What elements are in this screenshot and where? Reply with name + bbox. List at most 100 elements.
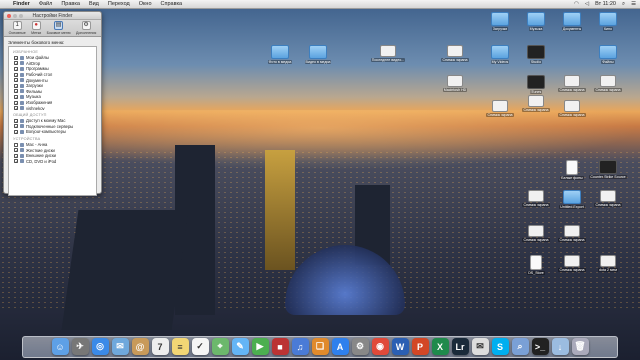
dock-mail-drop-icon[interactable]: ✉ <box>471 338 489 355</box>
desktop-icon[interactable]: Снимок экрана <box>519 95 553 112</box>
desktop-icon[interactable]: dota 2 мем <box>591 255 625 272</box>
desktop-icon[interactable]: Untitled Export <box>555 190 589 209</box>
desktop-icon[interactable]: DS_Store <box>519 255 553 275</box>
checkbox[interactable]: ✓ <box>14 148 18 153</box>
desktop-icon[interactable]: Снимок экрана <box>591 190 625 207</box>
sidebar-item-row[interactable]: ✓ vishnekov <box>11 105 94 111</box>
desktop-icon[interactable]: Снимок экрана <box>438 45 472 62</box>
desktop-icon[interactable]: Кино <box>591 12 625 31</box>
checkbox[interactable]: ✓ <box>14 61 18 66</box>
checkbox[interactable]: ✓ <box>14 89 18 94</box>
dock-chrome-icon[interactable]: ◉ <box>371 338 389 355</box>
dock-photo-booth-icon[interactable]: ■ <box>271 338 289 355</box>
dock-app-store-icon[interactable]: A <box>331 338 349 355</box>
checkbox[interactable]: ✓ <box>14 129 18 134</box>
menu-file[interactable]: Файл <box>39 1 53 7</box>
desktop-icon[interactable]: Документы <box>555 12 589 31</box>
desktop-icon[interactable]: Снимок экрана <box>555 225 589 242</box>
dock-finder-icon[interactable]: ☺ <box>51 338 69 355</box>
checkbox[interactable]: ✓ <box>14 124 18 129</box>
dock-reminders-icon[interactable]: ✓ <box>191 338 209 355</box>
menu-edit[interactable]: Правка <box>61 1 80 7</box>
checkbox[interactable]: ✓ <box>14 106 18 111</box>
desktop-icon[interactable]: Белые фоны <box>555 160 589 180</box>
menu-help[interactable]: Справка <box>161 1 183 7</box>
dock-calendar-icon[interactable]: 7 <box>151 338 169 355</box>
desktop-icon[interactable]: Видео в медиа <box>301 45 335 64</box>
tab-general-label: Основные <box>8 31 26 35</box>
desktop-icon[interactable]: Снимок экрана <box>555 100 589 117</box>
menu-clock[interactable]: Вт 11:20 <box>595 1 616 7</box>
desktop-icon[interactable]: Counter Strike Source <box>589 160 627 179</box>
dock-lightroom-icon[interactable]: Lr <box>451 338 469 355</box>
desktop-icon[interactable]: Снимок экрана <box>483 100 517 117</box>
dock-mail-icon[interactable]: ✉ <box>111 338 129 355</box>
dock-facetime-icon[interactable]: ▶ <box>251 338 269 355</box>
dock-contacts-icon[interactable]: @ <box>131 338 149 355</box>
checkbox[interactable]: ✓ <box>14 159 18 164</box>
file-icon <box>527 45 545 59</box>
desktop-icon[interactable]: iTunes <box>519 75 553 94</box>
dock-excel-icon[interactable]: X <box>431 338 449 355</box>
dock-terminal-icon[interactable]: >_ <box>531 338 549 355</box>
menu-view[interactable]: Вид <box>89 1 99 7</box>
desktop-icon[interactable]: Файлы <box>591 45 625 64</box>
dock-trash-icon[interactable]: 🗑 <box>571 338 589 355</box>
desktop-icon[interactable]: Studio <box>519 45 553 64</box>
sidebar-items-heading: Элементы бокового меню: <box>8 40 65 45</box>
desktop-icon[interactable]: Снимок экрана <box>519 225 553 242</box>
wifi-icon[interactable]: ◠ <box>574 1 579 7</box>
desktop-icon[interactable]: My Videos <box>483 45 517 64</box>
dock-downloads-icon[interactable]: ↓ <box>551 338 569 355</box>
checkbox[interactable]: ✓ <box>14 66 18 71</box>
desktop-icon[interactable]: Последнее видео... <box>370 45 406 62</box>
checkbox[interactable]: ✓ <box>14 153 18 158</box>
desktop-icon[interactable]: Загрузки <box>483 12 517 31</box>
menu-go[interactable]: Переход <box>108 1 130 7</box>
dock-system-preferences-icon[interactable]: ⚙ <box>351 338 369 355</box>
notification-center-icon[interactable]: ☰ <box>631 1 636 7</box>
file-icon <box>528 95 544 107</box>
dock-itunes-icon[interactable]: ♫ <box>291 338 309 355</box>
dock-powerpoint-icon[interactable]: P <box>411 338 429 355</box>
file-icon <box>380 45 396 57</box>
sidebar-item-row[interactable]: ✓ CD, DVD и iPod <box>11 159 94 165</box>
sidebar-item-icon <box>20 148 24 153</box>
tab-sidebar[interactable]: ▤ Боковое меню <box>47 21 71 35</box>
checkbox[interactable]: ✓ <box>14 94 18 99</box>
dock-messages-icon[interactable]: ✎ <box>231 338 249 355</box>
checkbox[interactable]: ✓ <box>14 118 18 123</box>
tab-advanced[interactable]: ⚙ Дополнения <box>76 21 96 35</box>
sidebar-item-row[interactable]: ✓ Bonjour-компьютеры <box>11 129 94 135</box>
gear-icon: ⚙ <box>81 21 91 30</box>
sidebar-item-label: Внешние диски <box>26 153 56 159</box>
checkbox[interactable]: ✓ <box>14 78 18 83</box>
dock-word-icon[interactable]: W <box>391 338 409 355</box>
dock-notes-icon[interactable]: ≡ <box>171 338 189 355</box>
desktop-icon[interactable]: Снимок экрана <box>591 75 625 92</box>
checkbox[interactable] <box>14 142 18 147</box>
dock-preview-icon[interactable]: ⌕ <box>511 338 529 355</box>
desktop-icon[interactable]: Снимок экрана <box>519 190 553 207</box>
desktop-icon[interactable]: Музыка <box>519 12 553 31</box>
dock-safari-icon[interactable]: ◎ <box>91 338 109 355</box>
checkbox[interactable]: ✓ <box>14 55 18 60</box>
volume-icon[interactable]: ◁ <box>585 1 589 7</box>
desktop-icon[interactable]: Снимок экрана <box>555 255 589 272</box>
tab-tags[interactable]: ● Метки <box>31 21 41 35</box>
spotlight-icon[interactable]: ⌕ <box>622 1 625 8</box>
checkbox[interactable]: ✓ <box>14 83 18 88</box>
dock-skype-icon[interactable]: S <box>491 338 509 355</box>
dock-ibooks-icon[interactable]: ❏ <box>311 338 329 355</box>
dock-launchpad-icon[interactable]: ✈ <box>71 338 89 355</box>
menu-extras: ◠ ◁ Вт 11:20 ⌕ ☰ <box>574 1 636 8</box>
tab-general[interactable]: 1 Основные <box>9 21 26 35</box>
menu-window[interactable]: Окно <box>139 1 152 7</box>
checkbox[interactable]: ✓ <box>14 72 18 77</box>
desktop-icon[interactable]: Снимок экрана <box>555 75 589 92</box>
desktop-icon[interactable]: Фото в медиа <box>263 45 297 64</box>
dock-maps-icon[interactable]: ⌖ <box>211 338 229 355</box>
desktop-icon[interactable]: Macintosh HD <box>438 75 472 92</box>
checkbox[interactable]: ✓ <box>14 100 18 105</box>
menu-app-name[interactable]: Finder <box>13 1 30 7</box>
